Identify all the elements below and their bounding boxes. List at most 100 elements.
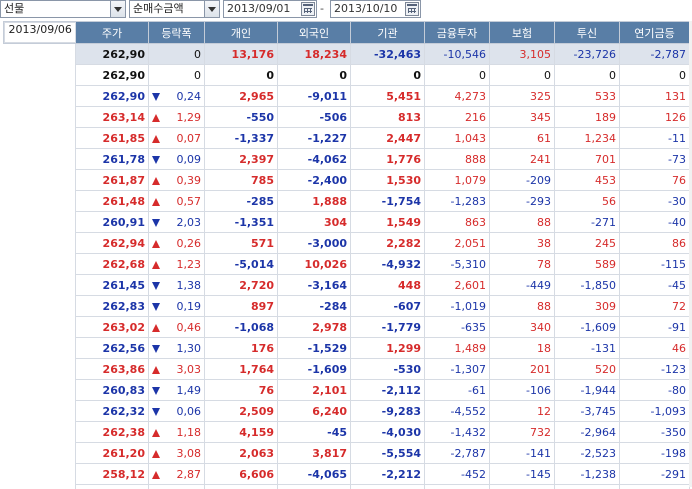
table-row[interactable]: 2013/10/08263,141,29-550-506813216345189…: [3, 21, 690, 128]
pension-cell: 86: [619, 232, 690, 254]
change-cell: 3,03: [148, 358, 205, 380]
institution-cell: 1,530: [350, 169, 425, 191]
institution-cell: -3,802: [350, 484, 425, 489]
change-value: 1,23: [176, 257, 202, 271]
table-row[interactable]: 2013/10/04261,780,092,397-4,0621,7768882…: [3, 21, 690, 170]
individual-cell: 785: [204, 169, 278, 191]
foreign-cell: -1,529: [277, 337, 351, 359]
institution-cell: -2,112: [350, 379, 425, 401]
date-to-value: 2013/10/10: [334, 2, 398, 15]
price-cell: 261,85: [75, 127, 149, 149]
arrow-up-icon: [152, 113, 160, 122]
table-row[interactable]: 2013/09/09258,122,876,606-4,065-2,212-45…: [3, 21, 690, 485]
table-row[interactable]: 2013/10/01261,480,57-2851,888-1,754-1,28…: [3, 21, 690, 212]
table-row[interactable]: 2013/09/26262,681,23-5,01410,026-4,932-5…: [3, 21, 690, 275]
metric-select-value: 순매수금액: [133, 2, 184, 15]
column-header-trust[interactable]: 투신: [554, 21, 620, 44]
insurance-cell: 340: [489, 316, 555, 338]
column-header-foreign[interactable]: 외국인: [277, 21, 351, 44]
date-to-field[interactable]: 2013/10/10: [330, 0, 421, 18]
table-row[interactable]: 2013/09/27262,940,26571-3,0002,2822,0513…: [3, 21, 690, 254]
table-row[interactable]: 2013/09/25261,451,382,720-3,1644482,601-…: [3, 21, 690, 296]
foreign-cell: 2,978: [277, 316, 351, 338]
financial-cell: -1,019: [424, 295, 490, 317]
financial-cell: -10,546: [424, 43, 490, 65]
pension-cell: -291: [619, 463, 690, 485]
arrow-up-icon: [152, 239, 160, 248]
change-value: 1,30: [176, 341, 202, 355]
table-row[interactable]: 2013/10/02261,870,39785-2,4001,5301,079-…: [3, 21, 690, 191]
table-row[interactable]: 2013/09/23263,020,46-1,0682,978-1,779-63…: [3, 21, 690, 338]
change-cell: 1,23: [148, 253, 205, 275]
table-row[interactable]: 2013/10/10262,900,242,965-9,0115,4514,27…: [3, 21, 690, 107]
pension-cell: -14: [619, 484, 690, 489]
table-row[interactable]: 2013/09/17262,561,30176-1,5291,2991,4891…: [3, 21, 690, 359]
table-row[interactable]: 2013/09/06 255,250,63-3,1476,954-3,802225…: [3, 21, 690, 489]
change-value: 0,57: [176, 194, 202, 208]
insurance-cell: -293: [489, 190, 555, 212]
price-cell: 262,90: [75, 64, 149, 86]
foreign-cell: -1,227: [277, 127, 351, 149]
column-header-financial[interactable]: 금융투자: [424, 21, 490, 44]
column-header-insurance[interactable]: 보험: [489, 21, 555, 44]
trust-cell: -23,726: [554, 43, 620, 65]
foreign-cell: -1,609: [277, 358, 351, 380]
pension-cell: 131: [619, 85, 690, 107]
toolbar: 선물 순매수금액 2013/09/01 - 2013/10/10: [0, 0, 692, 20]
table-row[interactable]: 2013/09/16263,863,031,764-1,609-530-1,30…: [3, 21, 690, 380]
column-header-price[interactable]: 주가: [75, 21, 149, 44]
date-from-field[interactable]: 2013/09/01: [223, 0, 317, 18]
column-header-change[interactable]: 등락폭: [148, 21, 205, 44]
individual-cell: -5,014: [204, 253, 278, 275]
insurance-cell: 88: [489, 295, 555, 317]
insurance-cell: 241: [489, 148, 555, 170]
change-value: 0,06: [176, 404, 202, 418]
institution-cell: 5,451: [350, 85, 425, 107]
change-value: 2,03: [176, 215, 202, 229]
insurance-cell: 3,105: [489, 43, 555, 65]
insurance-cell: 78: [489, 253, 555, 275]
individual-cell: 6,606: [204, 463, 278, 485]
chevron-down-icon[interactable]: [110, 1, 125, 17]
pension-cell: 76: [619, 169, 690, 191]
trust-cell: -3,745: [554, 400, 620, 422]
market-select[interactable]: 선물: [0, 0, 126, 18]
trust-cell: 1,234: [554, 127, 620, 149]
change-value: 0,09: [176, 152, 202, 166]
table-row[interactable]: 2013/09/30260,912,03-1,3513041,54986388-…: [3, 21, 690, 233]
column-header-pension[interactable]: 연기금등: [619, 21, 690, 44]
foreign-cell: -4,062: [277, 148, 351, 170]
trust-cell: -1,238: [554, 463, 620, 485]
column-header-individual[interactable]: 개인: [204, 21, 278, 44]
table-row[interactable]: 2013/09/24262,830,19897-284-607-1,019883…: [3, 21, 690, 317]
table-row[interactable]: 2013/09/10261,203,082,0633,817-5,554-2,7…: [3, 21, 690, 464]
institution-cell: 1,776: [350, 148, 425, 170]
table-row[interactable]: 2013/09/12262,320,062,5096,240-9,283-4,5…: [3, 21, 690, 422]
table-row[interactable]: 2013/10/11262,9000000000: [3, 21, 690, 86]
institution-cell: -5,554: [350, 442, 425, 464]
table-row[interactable]: 2013/09/13260,831,49762,101-2,112-61-106…: [3, 21, 690, 401]
price-cell: 258,12: [75, 463, 149, 485]
metric-select[interactable]: 순매수금액: [129, 0, 220, 18]
foreign-cell: -4,065: [277, 463, 351, 485]
arrow-up-icon: [152, 449, 160, 458]
total-row[interactable]: 기간합계262,90013,17618,234-32,463-10,5463,1…: [3, 21, 690, 65]
trust-cell: -4,165: [554, 484, 620, 489]
arrow-up-icon: [152, 323, 160, 332]
price-cell: 263,86: [75, 358, 149, 380]
table-row[interactable]: 2013/09/11262,381,184,159-45-4,030-1,432…: [3, 21, 690, 443]
table-row[interactable]: 2013/10/07261,850,07-1,337-1,2272,4471,0…: [3, 21, 690, 149]
trust-cell: 520: [554, 358, 620, 380]
institution-cell: -530: [350, 358, 425, 380]
calendar-icon[interactable]: [301, 2, 315, 16]
price-cell: 261,78: [75, 148, 149, 170]
calendar-icon[interactable]: [405, 2, 419, 16]
pension-cell: -2,787: [619, 43, 690, 65]
column-header-institution[interactable]: 기관: [350, 21, 425, 44]
pension-cell: -11: [619, 127, 690, 149]
trust-cell: -131: [554, 337, 620, 359]
chevron-down-icon[interactable]: [204, 1, 219, 17]
individual-cell: 76: [204, 379, 278, 401]
financial-cell: -1,307: [424, 358, 490, 380]
financial-cell: -5,310: [424, 253, 490, 275]
